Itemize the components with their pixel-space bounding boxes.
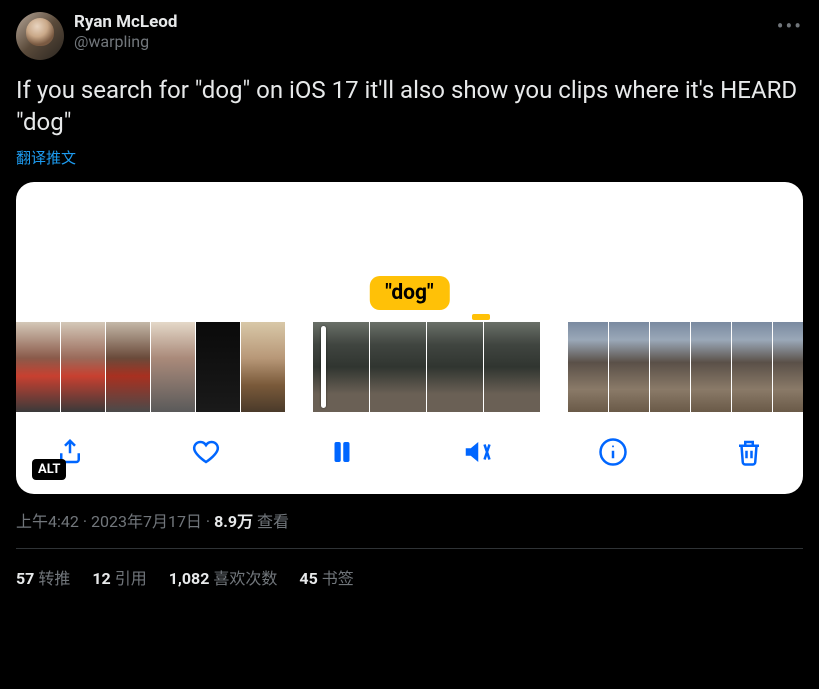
alt-badge[interactable]: ALT xyxy=(32,459,66,480)
video-timeline[interactable] xyxy=(16,322,803,412)
author-block[interactable]: Ryan McLeod @warpling xyxy=(74,12,767,51)
clip-thumbnail[interactable] xyxy=(691,322,731,412)
media-card: "dog" xyxy=(16,182,803,494)
tweet-container: Ryan McLeod @warpling ••• If you search … xyxy=(0,0,819,589)
user-handle: @warpling xyxy=(74,32,767,51)
clip-thumbnail[interactable] xyxy=(370,322,426,412)
bookmarks-stat[interactable]: 45书签 xyxy=(299,565,353,589)
tweet-text: If you search for "dog" on iOS 17 it'll … xyxy=(16,74,803,139)
clip-thumbnail[interactable] xyxy=(151,322,195,412)
tweet-stats: 57转推 12引用 1,082喜欢次数 45书签 xyxy=(16,549,803,589)
clip-thumbnail[interactable] xyxy=(484,322,540,412)
mute-icon[interactable] xyxy=(459,434,495,470)
tweet-time[interactable]: 上午4:42 xyxy=(16,512,79,531)
clip-thumbnail[interactable] xyxy=(196,322,240,412)
clip-thumbnail[interactable] xyxy=(241,322,285,412)
clip-group[interactable] xyxy=(16,322,285,412)
media-toolbar xyxy=(16,412,803,494)
trash-icon[interactable] xyxy=(731,434,767,470)
tag-position-marker xyxy=(472,314,490,320)
playhead-indicator[interactable] xyxy=(321,326,326,408)
search-tag-bubble: "dog" xyxy=(369,276,449,310)
heart-icon[interactable] xyxy=(188,434,224,470)
retweets-stat[interactable]: 57转推 xyxy=(16,565,70,589)
clip-thumbnail[interactable] xyxy=(732,322,772,412)
clip-thumbnail[interactable] xyxy=(609,322,649,412)
clip-thumbnail[interactable] xyxy=(650,322,690,412)
clip-thumbnail[interactable] xyxy=(773,322,803,412)
media-whitespace: "dog" xyxy=(16,182,803,322)
quotes-stat[interactable]: 12引用 xyxy=(92,565,146,589)
clip-thumbnail[interactable] xyxy=(568,322,608,412)
views-label: 查看 xyxy=(253,512,289,531)
clip-group[interactable] xyxy=(313,322,540,412)
likes-stat[interactable]: 1,082喜欢次数 xyxy=(169,565,278,589)
clip-thumbnail[interactable] xyxy=(16,322,60,412)
display-name: Ryan McLeod xyxy=(74,12,767,32)
more-options-icon[interactable]: ••• xyxy=(777,12,803,38)
tweet-header: Ryan McLeod @warpling ••• xyxy=(16,12,803,60)
views-count: 8.9万 xyxy=(214,512,253,531)
pause-icon[interactable] xyxy=(324,434,360,470)
avatar[interactable] xyxy=(16,12,64,60)
info-icon[interactable] xyxy=(595,434,631,470)
clip-group[interactable] xyxy=(568,322,803,412)
clip-thumbnail[interactable] xyxy=(427,322,483,412)
clip-thumbnail[interactable] xyxy=(61,322,105,412)
clip-thumbnail[interactable] xyxy=(106,322,150,412)
tweet-meta: 上午4:42 · 2023年7月17日 · 8.9万 查看 xyxy=(16,508,803,532)
tweet-date[interactable]: 2023年7月17日 xyxy=(91,512,202,531)
translate-link[interactable]: 翻译推文 xyxy=(16,147,76,168)
